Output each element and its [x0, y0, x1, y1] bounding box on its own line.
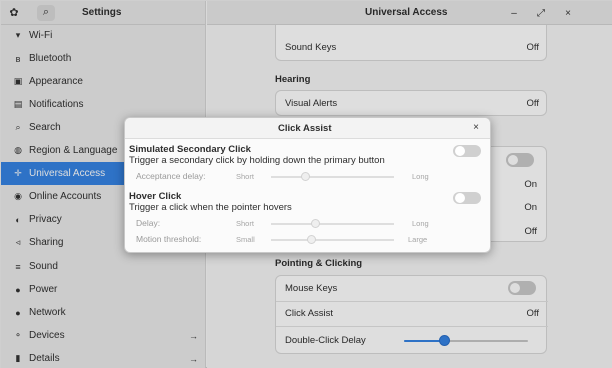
hover-delay-long-label: Long [412, 219, 429, 228]
secondary-click-toggle[interactable] [453, 145, 481, 157]
hover-click-toggle[interactable] [453, 192, 481, 204]
hover-delay-handle[interactable] [311, 219, 320, 228]
dialog-title: Click Assist [278, 123, 332, 134]
hover-click-title: Hover Click [129, 191, 182, 202]
acceptance-delay-label: Acceptance delay: [136, 171, 206, 181]
acceptance-short-label: Short [236, 172, 254, 181]
motion-threshold-handle[interactable] [307, 235, 316, 244]
secondary-click-title: Simulated Secondary Click [129, 144, 251, 155]
secondary-click-description: Trigger a secondary click by holding dow… [129, 155, 385, 166]
click-assist-dialog: Click Assist × Simulated Secondary Click… [124, 117, 491, 253]
acceptance-long-label: Long [412, 172, 429, 181]
dialog-header: Click Assist × [125, 118, 490, 139]
hover-delay-label: Delay: [136, 218, 161, 228]
close-icon[interactable]: × [473, 122, 479, 133]
hover-delay-slider[interactable] [271, 223, 394, 225]
acceptance-delay-handle[interactable] [301, 172, 310, 181]
settings-window: ✿ ⌕ Settings ▾ Wi-Fi ʙ Bluetooth ▣ Appea… [0, 0, 612, 368]
motion-large-label: Large [408, 235, 428, 244]
motion-threshold-label: Motion threshold: [136, 234, 202, 244]
hover-delay-short-label: Short [236, 219, 254, 228]
motion-threshold-slider[interactable] [271, 239, 394, 241]
hover-click-description: Trigger a click when the pointer hovers [129, 202, 292, 213]
motion-small-label: Small [236, 235, 255, 244]
acceptance-delay-slider[interactable] [271, 176, 394, 178]
